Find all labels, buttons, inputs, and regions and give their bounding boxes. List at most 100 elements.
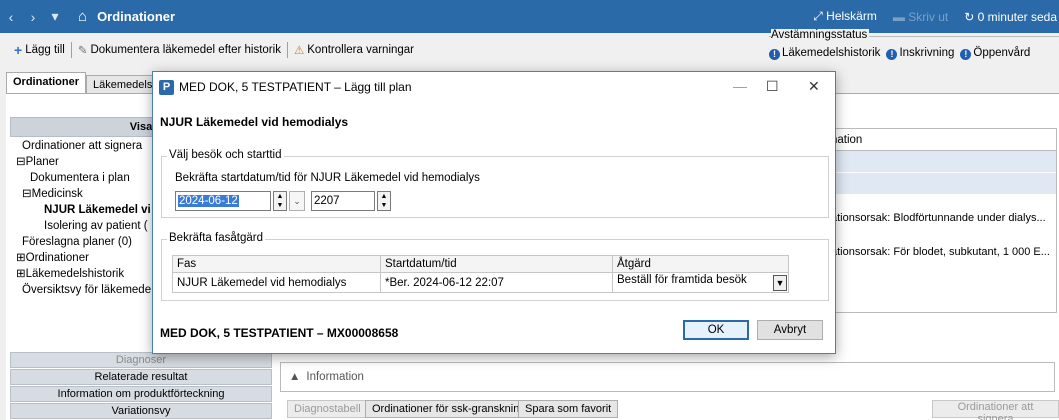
info-icon: ! — [769, 49, 780, 60]
diagnosis-table-button[interactable]: Diagnostabell — [287, 400, 368, 418]
status-medication-history[interactable]: ! Läkemedelshistorik — [769, 47, 880, 60]
refresh-icon: ↻ — [964, 9, 975, 24]
tree-item[interactable]: ⊟Planer — [16, 154, 151, 170]
tree-label: Läkemedelshistorik — [25, 268, 125, 280]
orders-to-sign-button[interactable]: Ordinationer att signera — [932, 400, 1059, 420]
check-label: Kontrollera varningar — [307, 44, 415, 56]
status-label: Öppenvård — [973, 47, 1031, 59]
tree-label: Dokumentera i plan — [30, 172, 130, 184]
tree-item[interactable]: Ordinationer att signera — [16, 138, 151, 154]
confirm-start-label: Bekräfta startdatum/tid för NJUR Läkemed… — [175, 172, 480, 184]
group-label: Välj besök och starttid — [167, 149, 284, 161]
information-bar[interactable]: ▲ Information — [280, 362, 1055, 392]
start-time-input[interactable]: 2207 — [311, 191, 375, 211]
section-variation-view[interactable]: Variationsvy — [10, 403, 272, 419]
activity-title: Ordinationer — [97, 9, 176, 24]
section-related-results[interactable]: Relaterade resultat — [10, 369, 272, 385]
print-button[interactable]: ▬ Skriv ut — [893, 10, 948, 24]
collapse-up-icon: ▲ — [289, 371, 301, 383]
start-date-value: 2024-06-12 — [178, 195, 239, 207]
title-bar: ‹ › ▾ ⌂ Ordinationer ⤢ Helskärm ▬ Skriv … — [0, 0, 1059, 33]
cancel-button[interactable]: Avbryt — [757, 320, 823, 340]
tree-item-selected[interactable]: NJUR Läkemedel vi — [16, 202, 151, 218]
tree-item[interactable]: Översiktsvy för läkemede — [16, 282, 151, 298]
expand-icon[interactable]: ⊞ — [16, 252, 26, 264]
add-label: Lägg till — [25, 44, 65, 56]
nurse-review-button[interactable]: Ordinationer för ssk-granskning — [365, 400, 533, 418]
check-warnings-button[interactable]: ⚠ Kontrollera varningar — [294, 43, 414, 57]
tree-item[interactable]: Dokumentera i plan — [16, 170, 151, 186]
document-icon: ✎ — [77, 45, 88, 57]
plan-heading: NJUR Läkemedel vid hemodialys — [160, 115, 349, 129]
maximize-icon[interactable]: ☐ — [766, 78, 779, 95]
printer-icon: ▬ — [892, 9, 905, 24]
action-select[interactable]: Beställ för framtida besök ▼ — [612, 272, 789, 293]
timer-label: 0 minuter seda — [977, 9, 1057, 24]
chevron-down-icon[interactable]: ▾ — [44, 8, 66, 25]
tab-ordinationer[interactable]: Ordinationer — [6, 72, 87, 94]
information-label: Information — [306, 371, 364, 383]
start-date-input[interactable]: 2024-06-12 — [175, 191, 271, 211]
tree-label: Isolering av patient ( — [44, 220, 148, 232]
tree-label: NJUR Läkemedel vi — [44, 204, 151, 216]
grid-header: nation — [823, 129, 1056, 151]
fullscreen-label: Helskärm — [826, 9, 877, 23]
reconciliation-status: Avstämningsstatus ! Läkemedelshistorik ! I… — [769, 29, 1059, 66]
close-icon[interactable]: ✕ — [808, 78, 820, 95]
tree-label: Föreslagna planer (0) — [22, 236, 132, 248]
expand-icon: ⤢ — [813, 9, 823, 23]
start-cell: *Ber. 2024-06-12 22:07 — [380, 272, 613, 293]
group-label: Bekräfta fasåtgärd — [167, 232, 265, 244]
status-admission[interactable]: ! Inskrivning — [886, 47, 954, 60]
refresh-timer[interactable]: ↻ 0 minuter seda — [964, 10, 1057, 24]
column-header: Åtgärd — [612, 255, 789, 273]
collapse-icon[interactable]: ⊟ — [22, 188, 32, 200]
collapse-icon[interactable]: ⊟ — [16, 156, 26, 168]
tree-item[interactable]: Isolering av patient ( — [16, 218, 151, 234]
plus-icon: + — [14, 42, 23, 58]
phase-table: Fas Startdatum/tid Åtgärd NJUR Läkemedel… — [172, 255, 789, 293]
chevron-down-icon[interactable]: ▼ — [773, 275, 787, 291]
date-spinner[interactable]: ▲ ▼ — [273, 191, 287, 211]
section-product-info[interactable]: Information om produktförteckning — [10, 386, 272, 402]
tree-item[interactable]: ⊞Ordinationer — [16, 250, 151, 266]
save-favorite-button[interactable]: Spara som favorit — [518, 400, 619, 418]
expand-icon[interactable]: ⊞ — [16, 268, 26, 280]
calendar-dropdown-button[interactable]: ⌄ — [289, 191, 305, 211]
document-history-button[interactable]: ✎ Dokumentera läkemedel efter historik — [78, 43, 281, 57]
tree-label: Planer — [25, 156, 59, 168]
minimize-icon[interactable]: — — [733, 78, 747, 94]
action-value: Beställ för framtida besök — [617, 274, 747, 286]
reconciliation-label: Avstämningsstatus — [771, 29, 870, 41]
ok-button[interactable]: OK — [683, 320, 749, 340]
tree-item[interactable]: Föreslagna planer (0) — [16, 234, 151, 250]
forward-icon[interactable]: › — [22, 9, 44, 25]
grid-band — [823, 151, 1056, 173]
document-label: Dokumentera läkemedel efter historik — [90, 44, 281, 56]
tree-label: Ordinationer — [25, 252, 89, 264]
tree-item[interactable]: ⊟Medicinsk — [16, 186, 151, 202]
grid-spacer — [823, 195, 1056, 207]
time-spinner[interactable]: ▲ ▼ — [377, 191, 391, 211]
table-row[interactable]: NJUR Läkemedel vid hemodialys *Ber. 2024… — [172, 272, 789, 293]
add-plan-dialog: P MED DOK, 5 TESTPATIENT – Lägg till pla… — [152, 71, 836, 354]
grid-row[interactable]: ationsorsak: Blodförtunnande under dialy… — [823, 207, 1056, 229]
phase-cell: NJUR Läkemedel vid hemodialys — [172, 272, 381, 293]
tree-item[interactable]: ⊞Läkemedelshistorik — [16, 266, 151, 282]
home-icon[interactable]: ⌂ — [78, 8, 87, 25]
info-icon: ! — [886, 49, 898, 60]
grid-spacer — [823, 229, 1056, 241]
add-button[interactable]: + Lägg till — [14, 42, 65, 58]
navigation-tree: Ordinationer att signera ⊟Planer Dokumen… — [16, 138, 151, 298]
section-diagnoser[interactable]: Diagnoser — [10, 352, 272, 368]
fullscreen-button[interactable]: ⤢ Helskärm — [813, 9, 877, 24]
status-label: Inskrivning — [899, 47, 955, 59]
dialog-title-bar: P MED DOK, 5 TESTPATIENT – Lägg till pla… — [153, 72, 835, 102]
tree-label: Översiktsvy för läkemede — [22, 284, 152, 296]
patient-identifier: MED DOK, 5 TESTPATIENT – MX00008658 — [160, 326, 399, 340]
tab-lakemedel[interactable]: Läkemedels — [86, 75, 160, 94]
app-icon: P — [159, 79, 174, 95]
grid-row[interactable]: ationsorsak: För blodet, subkutant, 1 00… — [823, 241, 1056, 263]
status-outpatient[interactable]: ! Öppenvård — [960, 47, 1030, 60]
back-icon[interactable]: ‹ — [0, 9, 22, 25]
